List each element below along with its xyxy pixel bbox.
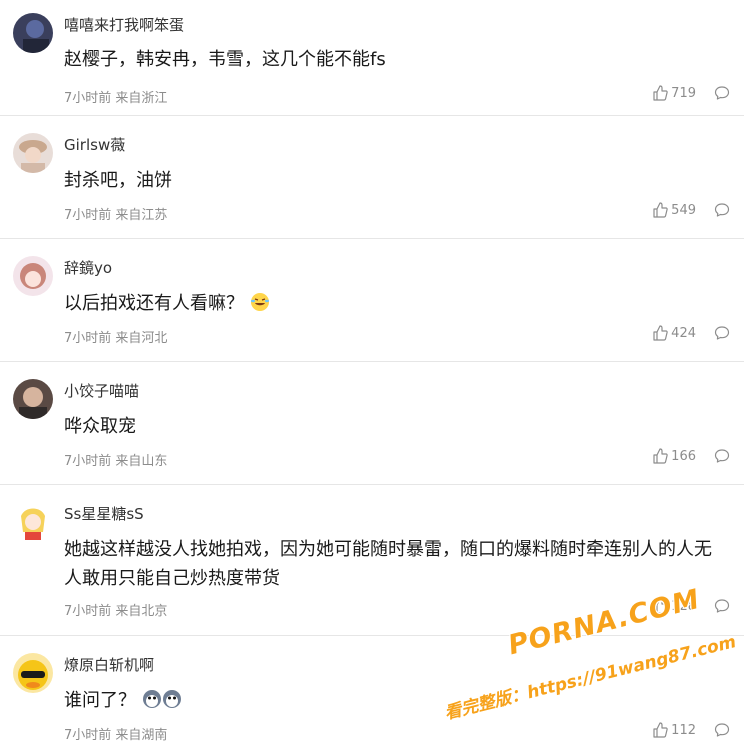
like-count: 166: [671, 448, 696, 464]
comment-location: 来自浙江: [115, 91, 168, 106]
username[interactable]: Ss星星糖sS: [64, 503, 144, 525]
comment-text: 哗众取宠: [64, 416, 136, 437]
reply-icon[interactable]: [714, 202, 730, 218]
username[interactable]: 嘻嘻来打我啊笨蛋: [64, 14, 184, 36]
husky-emoji-icon: [142, 689, 182, 718]
comment-item: 燎原白斩机啊 谁问了？ 7小时前 来自湖南 112: [0, 636, 744, 756]
comment-text: 谁问了？: [64, 686, 724, 718]
username[interactable]: 小饺子喵喵: [64, 380, 139, 402]
avatar[interactable]: [13, 13, 53, 53]
comment-meta: 7小时前 来自江苏: [64, 204, 167, 223]
comment-text-content: 谁问了？: [64, 690, 136, 711]
comment-time: 7小时前: [64, 331, 112, 346]
comment-time: 7小时前: [64, 454, 112, 469]
avatar[interactable]: [13, 256, 53, 296]
laughing-crying-emoji-icon: [250, 292, 270, 321]
like-count: 112: [671, 722, 696, 738]
comment-time: 7小时前: [64, 91, 112, 106]
comment-time: 7小时前: [64, 728, 112, 743]
comment-location: 来自河北: [115, 331, 168, 346]
avatar[interactable]: [13, 133, 53, 173]
comment-item: 嘻嘻来打我啊笨蛋 赵樱子，韩安冉，韦雪，这几个能不能fs 7小时前 来自浙江 7…: [0, 0, 744, 116]
comment-time: 7小时前: [64, 604, 112, 619]
thumbs-up-icon: [652, 598, 668, 614]
thumbs-up-icon: [652, 325, 668, 341]
comment-time: 7小时前: [64, 208, 112, 223]
avatar[interactable]: [13, 379, 53, 419]
like-count: 128: [671, 598, 696, 614]
comment-location: 来自江苏: [115, 208, 168, 223]
comment-location: 来自北京: [115, 604, 168, 619]
comment-meta: 7小时前 来自山东: [64, 450, 167, 469]
comment-text: 封杀吧，油饼: [64, 170, 172, 191]
comment-actions: 719: [652, 85, 730, 101]
reply-icon[interactable]: [714, 598, 730, 614]
comment-text: 以后拍戏还有人看嘛？: [64, 289, 724, 321]
like-button[interactable]: 166: [652, 448, 696, 464]
comment-item: 辞鏡yo 以后拍戏还有人看嘛？ 7小时前 来自河北 424: [0, 239, 744, 362]
like-button[interactable]: 112: [652, 722, 696, 738]
thumbs-up-icon: [652, 202, 668, 218]
comment-actions: 166: [652, 448, 730, 464]
reply-icon[interactable]: [714, 325, 730, 341]
avatar[interactable]: [13, 502, 53, 542]
comment-actions: 128: [652, 598, 730, 614]
avatar[interactable]: [13, 653, 53, 693]
username[interactable]: 燎原白斩机啊: [64, 654, 154, 676]
comment-item: 小饺子喵喵 哗众取宠 7小时前 来自山东 166: [0, 362, 744, 485]
like-button[interactable]: 424: [652, 325, 696, 341]
reply-icon[interactable]: [714, 722, 730, 738]
comment-actions: 549: [652, 202, 730, 218]
comment-item: Girlsw薇 封杀吧，油饼 7小时前 来自江苏 549: [0, 116, 744, 239]
like-button[interactable]: 128: [652, 598, 696, 614]
comment-location: 来自山东: [115, 454, 168, 469]
thumbs-up-icon: [652, 85, 668, 101]
comment-text: 赵樱子，韩安冉，韦雪，这几个能不能fs: [64, 49, 386, 70]
comment-meta: 7小时前 来自浙江: [64, 87, 167, 106]
thumbs-up-icon: [652, 722, 668, 738]
like-count: 549: [671, 202, 696, 218]
thumbs-up-icon: [652, 448, 668, 464]
like-count: 719: [671, 85, 696, 101]
username[interactable]: Girlsw薇: [64, 134, 125, 156]
reply-icon[interactable]: [714, 85, 730, 101]
like-button[interactable]: 549: [652, 202, 696, 218]
reply-icon[interactable]: [714, 448, 730, 464]
comment-meta: 7小时前 来自北京: [64, 600, 167, 619]
comment-item: Ss星星糖sS 她越这样越没人找她拍戏，因为她可能随时暴雷，随口的爆料随时牵连别…: [0, 485, 744, 636]
like-count: 424: [671, 325, 696, 341]
comment-text: 她越这样越没人找她拍戏，因为她可能随时暴雷，随口的爆料随时牵连别人的人无人敢用只…: [64, 539, 712, 589]
username[interactable]: 辞鏡yo: [64, 257, 112, 279]
comment-text-content: 以后拍戏还有人看嘛？: [64, 293, 244, 314]
comment-meta: 7小时前 来自河北: [64, 327, 167, 346]
comment-location: 来自湖南: [115, 728, 168, 743]
like-button[interactable]: 719: [652, 85, 696, 101]
comment-actions: 424: [652, 325, 730, 341]
comment-meta: 7小时前 来自湖南: [64, 724, 167, 743]
comment-actions: 112: [652, 722, 730, 738]
